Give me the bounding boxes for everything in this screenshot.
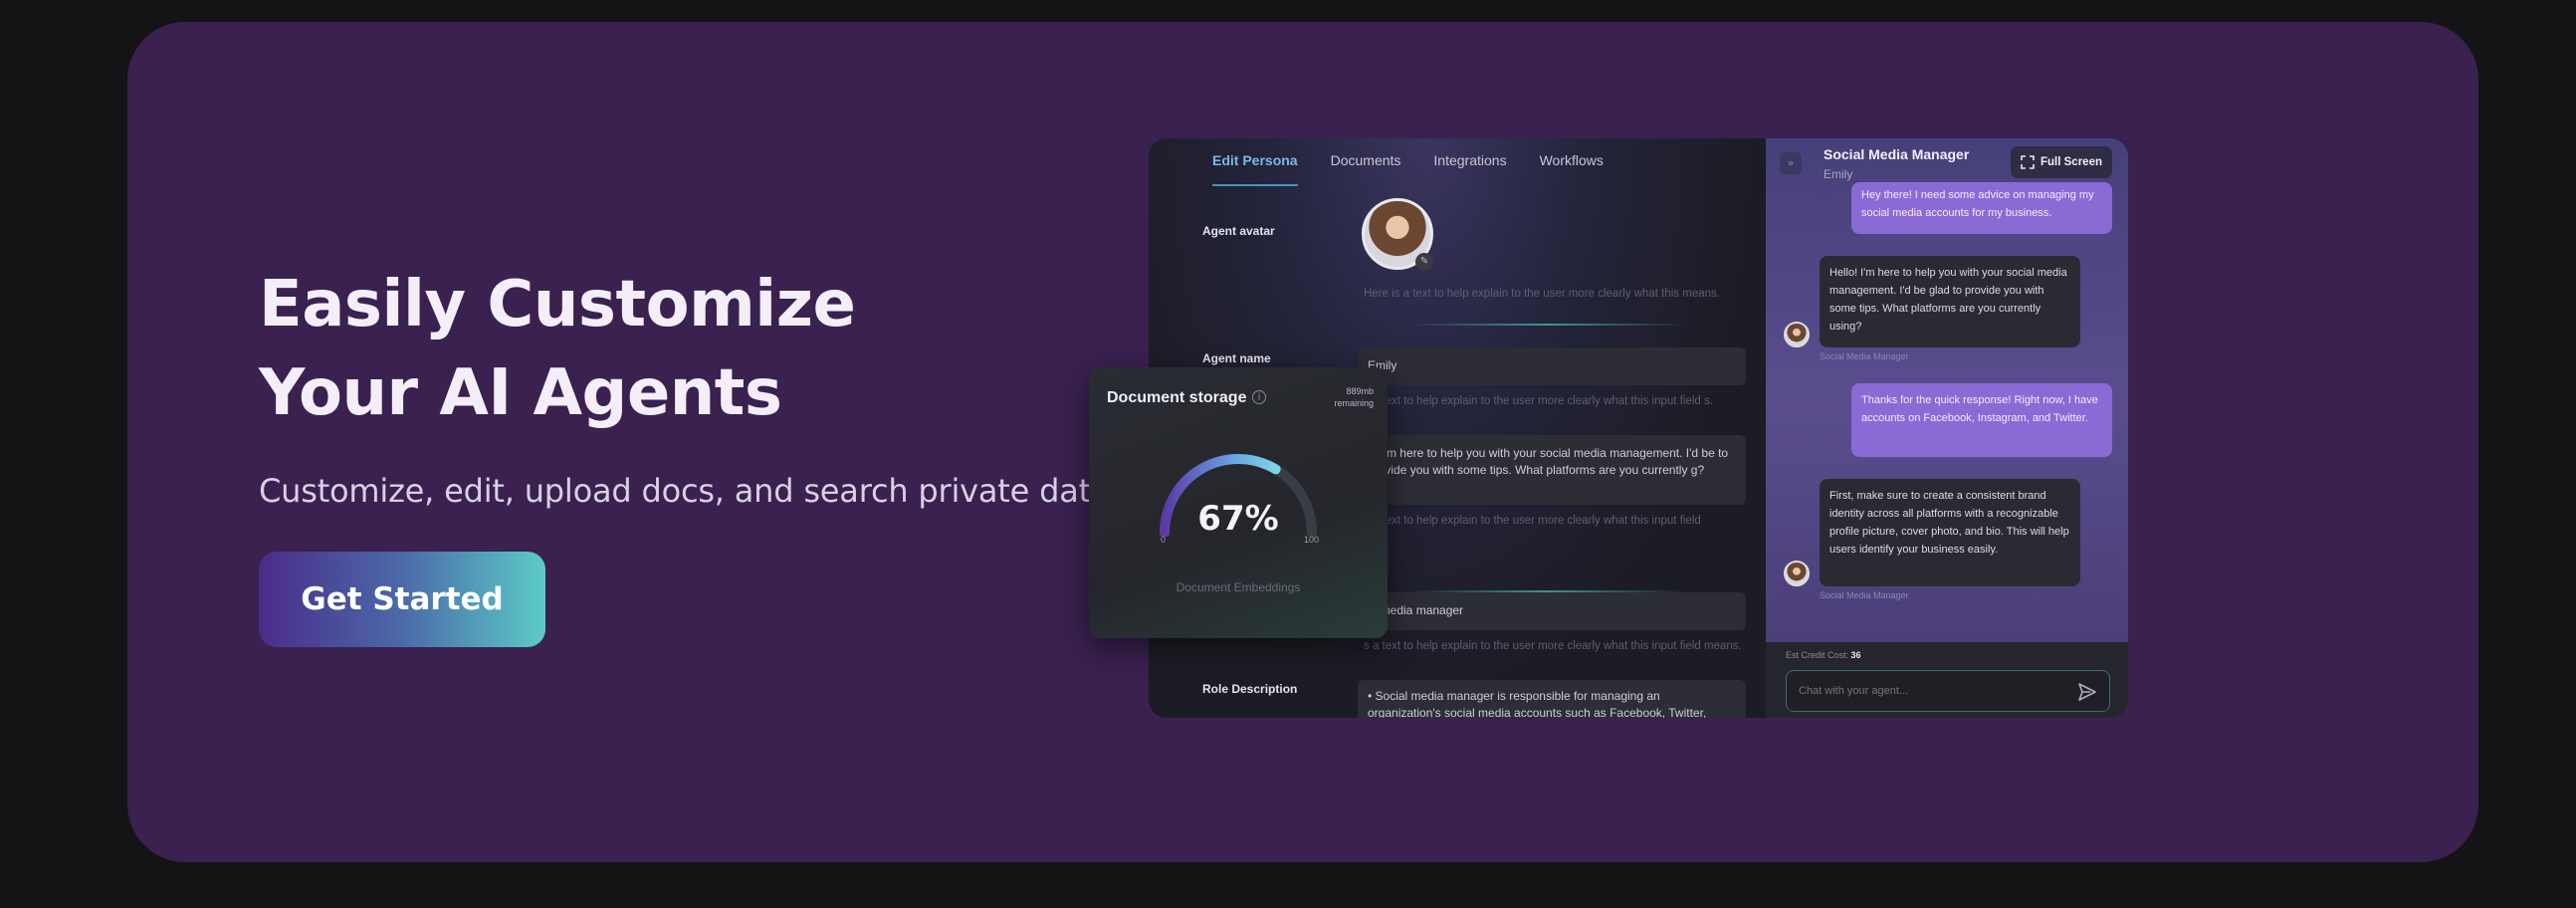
chat-message-bot: Hello! I'm here to help you with your so… — [1820, 256, 2080, 347]
role-field[interactable]: al media manager — [1358, 592, 1746, 630]
chat-message-user: Hey there! I need some advice on managin… — [1851, 182, 2112, 234]
tab-documents[interactable]: Documents — [1331, 152, 1401, 186]
storage-caption: Document Embeddings — [1176, 580, 1301, 594]
greeting-field[interactable]: o! I'm here to help you with your social… — [1358, 435, 1746, 505]
tab-workflows[interactable]: Workflows — [1540, 152, 1604, 186]
chat-agent-name: Social Media Manager — [1824, 146, 1970, 162]
get-started-button[interactable]: Get Started — [259, 552, 545, 647]
fullscreen-label: Full Screen — [2040, 156, 2102, 168]
name-help-text: s a text to help explain to the user mor… — [1364, 395, 1713, 407]
collapse-icon[interactable]: » — [1780, 152, 1802, 174]
hero-title-line-2: Your AI Agents — [259, 356, 782, 430]
role-description-label: Role Description — [1202, 682, 1298, 696]
edit-avatar-icon[interactable]: ✎ — [1415, 253, 1433, 271]
bot-avatar — [1784, 322, 1810, 347]
fullscreen-icon — [2021, 155, 2035, 169]
tab-edit-persona[interactable]: Edit Persona — [1212, 152, 1298, 186]
chat-header: » Social Media Manager Emily Full Screen — [1766, 138, 2128, 188]
editor-tabs: Edit Persona Documents Integrations Work… — [1212, 152, 1636, 186]
chat-footer: Est Credit Cost: 36 — [1766, 642, 2128, 718]
agent-name-field[interactable]: Emily — [1358, 347, 1746, 385]
hero-title-line-1: Easily Customize — [259, 268, 856, 341]
hero-subtitle: Customize, edit, upload docs, and search… — [259, 472, 1121, 510]
credit-cost-label: Est Credit Cost: — [1786, 650, 1849, 660]
bot-message-label: Social Media Manager — [1820, 590, 1909, 600]
bot-avatar — [1784, 561, 1810, 586]
storage-remaining: 889mb remaining — [1334, 385, 1374, 409]
divider-glow — [1407, 324, 1686, 326]
storage-percent: 67% — [1197, 499, 1279, 539]
role-description-field[interactable]: • Social media manager is responsible fo… — [1358, 680, 1746, 718]
document-storage-card: Document storage i 889mb remaining 67% 0… — [1089, 367, 1388, 638]
bot-message-label: Social Media Manager — [1820, 351, 1909, 361]
tab-integrations[interactable]: Integrations — [1433, 152, 1506, 186]
gauge-min-label: 0 — [1161, 535, 1167, 545]
chat-panel: » Social Media Manager Emily Full Screen… — [1766, 138, 2128, 718]
send-icon[interactable] — [2076, 681, 2098, 703]
credit-cost-value: 36 — [1850, 650, 1861, 660]
info-icon[interactable]: i — [1252, 390, 1266, 404]
avatar-help-text: Here is a text to help explain to the us… — [1364, 288, 1720, 300]
document-storage-title: Document storage — [1107, 389, 1247, 406]
role-help-text: s a text to help explain to the user mor… — [1364, 640, 1742, 652]
storage-remaining-amount: 889mb — [1346, 386, 1374, 396]
hero-title: Easily Customize Your AI Agents — [259, 261, 856, 438]
chat-input[interactable] — [1786, 670, 2110, 712]
chat-message-bot: First, make sure to create a consistent … — [1820, 479, 2080, 586]
chat-message-user: Thanks for the quick response! Right now… — [1851, 383, 2112, 457]
chat-agent-person: Emily — [1824, 167, 1853, 181]
gauge-max-label: 100 — [1304, 535, 1320, 545]
agent-name-label: Agent name — [1202, 351, 1271, 365]
greeting-help-text: s a text to help explain to the user mor… — [1364, 515, 1701, 527]
fullscreen-button[interactable]: Full Screen — [2011, 146, 2112, 178]
agent-avatar-label: Agent avatar — [1202, 224, 1275, 238]
credit-cost: Est Credit Cost: 36 — [1786, 650, 1861, 660]
storage-remaining-label: remaining — [1334, 398, 1374, 408]
